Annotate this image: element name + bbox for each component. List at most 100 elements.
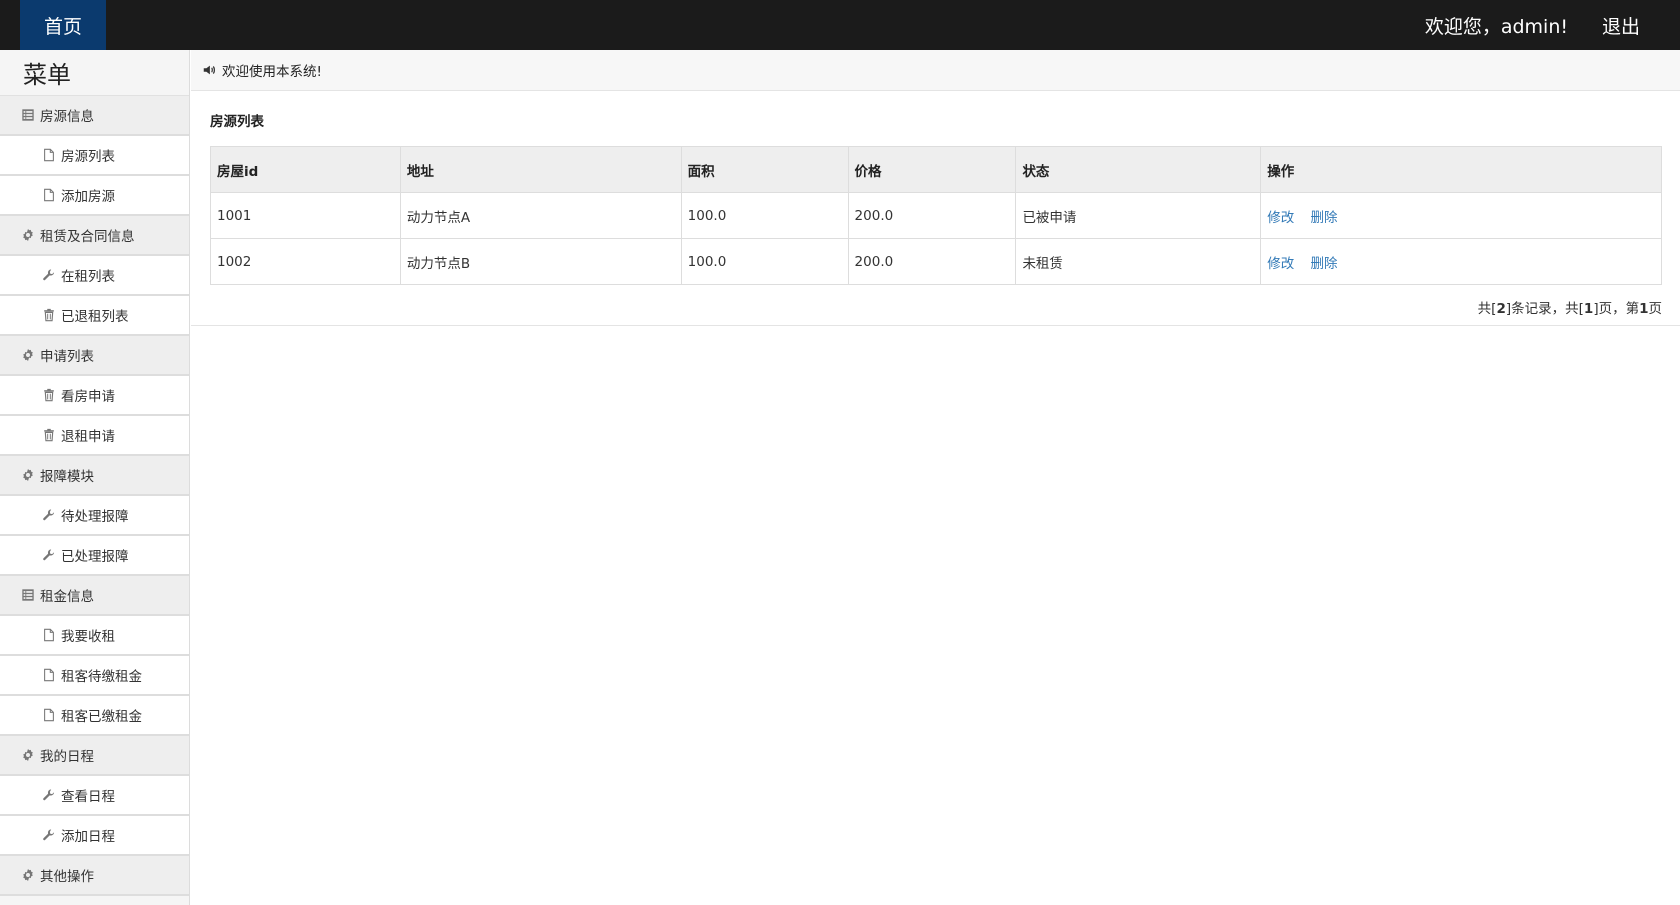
wrench-icon [41, 828, 56, 843]
trash-icon [41, 428, 56, 443]
pager-total-records: 2 [1496, 301, 1506, 317]
edit-link[interactable]: 修改 [1267, 210, 1294, 226]
file-icon [41, 708, 56, 723]
sidebar-item-label: 添加日程 [61, 829, 115, 845]
sidebar-group-label: 租赁及合同信息 [40, 229, 135, 245]
cell-address: 动力节点B [399, 238, 682, 285]
header-address: 地址 [399, 146, 682, 193]
file-icon [41, 628, 56, 643]
sidebar-item-label: 在租列表 [61, 269, 115, 285]
header-actions: 操作 [1260, 146, 1662, 193]
delete-link[interactable]: 删除 [1311, 256, 1338, 272]
pager-mid2: ]页，第 [1593, 301, 1640, 317]
sidebar-item[interactable]: 添加日程 [0, 816, 189, 856]
cell-price: 200.0 [847, 192, 1017, 239]
sidebar-item[interactable]: 我要收租 [0, 616, 189, 656]
main-content: 房源列表 房屋id 地址 面积 价格 状态 操作 1001 动力节点A 100.… [191, 91, 1680, 326]
sidebar-item-label: 退租申请 [61, 429, 115, 445]
sidebar-item[interactable]: 已退租列表 [0, 296, 189, 336]
trash-icon [41, 308, 56, 323]
cell-actions: 修改 删除 [1260, 238, 1662, 285]
sidebar-item[interactable]: 退租申请 [0, 416, 189, 456]
sidebar-item[interactable]: 添加房源 [0, 176, 189, 216]
cell-area: 100.0 [680, 238, 849, 285]
header-status: 状态 [1015, 146, 1262, 193]
cell-address: 动力节点A [399, 192, 682, 239]
cell-status: 未租赁 [1015, 238, 1262, 285]
sidebar-group-header[interactable]: 租赁及合同信息 [0, 216, 189, 256]
pager-suffix: 页 [1648, 301, 1663, 317]
sidebar-item[interactable]: 租客已缴租金 [0, 696, 189, 736]
sidebar-item-label: 已处理报障 [61, 549, 129, 565]
sidebar-group-label: 租金信息 [40, 589, 94, 605]
cell-area: 100.0 [680, 192, 849, 239]
volume-up-icon [201, 63, 216, 78]
header-house-id: 房屋id [210, 146, 401, 193]
sidebar-item-label: 租客已缴租金 [61, 709, 142, 725]
sidebar-group-header[interactable]: 报障模块 [0, 456, 189, 496]
sidebar-item-label: 看房申请 [61, 389, 115, 405]
welcome-user-text: 欢迎您，admin! [1424, 15, 1568, 38]
sidebar-item-label: 租客待缴租金 [61, 669, 142, 685]
sidebar-group-header[interactable]: 租金信息 [0, 576, 189, 616]
notice-text: 欢迎使用本系统! [222, 64, 322, 80]
sidebar-group-header[interactable]: 其他操作 [0, 856, 189, 896]
menu-groups: 房源信息房源列表添加房源租赁及合同信息 在租列表已退租列表申请列表看房申请退租申请… [0, 96, 189, 896]
notice-bar: 欢迎使用本系统! [191, 50, 1680, 91]
pager-prefix: 共[ [1477, 301, 1497, 317]
logout-link[interactable]: 退出 [1602, 0, 1640, 50]
sidebar-group-header[interactable]: 申请列表 [0, 336, 189, 376]
cell-house-id: 1002 [210, 238, 401, 285]
sidebar-item[interactable]: 已处理报障 [0, 536, 189, 576]
wrench-icon [41, 548, 56, 563]
sidebar-item-label: 查看日程 [61, 789, 115, 805]
gear-icon [20, 348, 35, 363]
sidebar-item[interactable]: 房源列表 [0, 136, 189, 176]
sidebar-item-label: 已退租列表 [61, 309, 129, 325]
header-price: 价格 [847, 146, 1017, 193]
gear-icon [20, 868, 35, 883]
file-icon [41, 668, 56, 683]
delete-link[interactable]: 删除 [1311, 210, 1338, 226]
table-header-row: 房屋id 地址 面积 价格 状态 操作 [210, 146, 1662, 193]
wrench-icon [41, 788, 56, 803]
list-alt-icon [20, 588, 35, 603]
sidebar-item[interactable]: 看房申请 [0, 376, 189, 416]
sidebar-item-label: 房源列表 [61, 149, 115, 165]
header-area: 面积 [680, 146, 849, 193]
sidebar-group-header[interactable]: 房源信息 [0, 96, 189, 136]
sidebar-menu: 菜单 房源信息房源列表添加房源租赁及合同信息 在租列表已退租列表申请列表看房申请退… [0, 50, 190, 905]
edit-link[interactable]: 修改 [1267, 256, 1294, 272]
gear-icon [20, 228, 35, 243]
sidebar-group-label: 我的日程 [40, 749, 94, 765]
file-icon [41, 188, 56, 203]
sidebar-item[interactable]: 查看日程 [0, 776, 189, 816]
file-icon [41, 148, 56, 163]
home-tab[interactable]: 首页 [20, 0, 106, 50]
sidebar-item[interactable]: 在租列表 [0, 256, 189, 296]
cell-actions: 修改 删除 [1260, 192, 1662, 239]
sidebar-group-label: 房源信息 [40, 109, 94, 125]
pager-total-pages: 1 [1583, 301, 1594, 317]
gear-icon [20, 468, 35, 483]
pager-current-page: 1 [1639, 301, 1649, 317]
sidebar-item-label: 我要收租 [61, 629, 115, 645]
table-row: 1001 动力节点A 100.0 200.0 已被申请 修改 删除 [210, 192, 1662, 239]
sidebar-item-label: 待处理报障 [61, 509, 129, 525]
pagination-summary: 共[2]条记录，共[1]页，第1页 [1478, 297, 1662, 317]
cell-status: 已被申请 [1015, 192, 1262, 239]
sidebar-group-header[interactable]: 我的日程 [0, 736, 189, 776]
menu-title: 菜单 [0, 50, 189, 96]
sidebar-item-label: 添加房源 [61, 189, 115, 205]
cell-house-id: 1001 [210, 192, 401, 239]
section-title: 房源列表 [210, 114, 264, 130]
list-alt-icon [20, 108, 35, 123]
sidebar-group-label: 其他操作 [40, 869, 94, 885]
sidebar-item[interactable]: 租客待缴租金 [0, 656, 189, 696]
cell-price: 200.0 [847, 238, 1017, 285]
sidebar-group-label: 报障模块 [40, 469, 94, 485]
sidebar-group-label: 申请列表 [40, 349, 94, 365]
top-navbar: 首页 欢迎您，admin! 退出 [0, 0, 1680, 50]
sidebar-item[interactable]: 待处理报障 [0, 496, 189, 536]
wrench-icon [41, 508, 56, 523]
